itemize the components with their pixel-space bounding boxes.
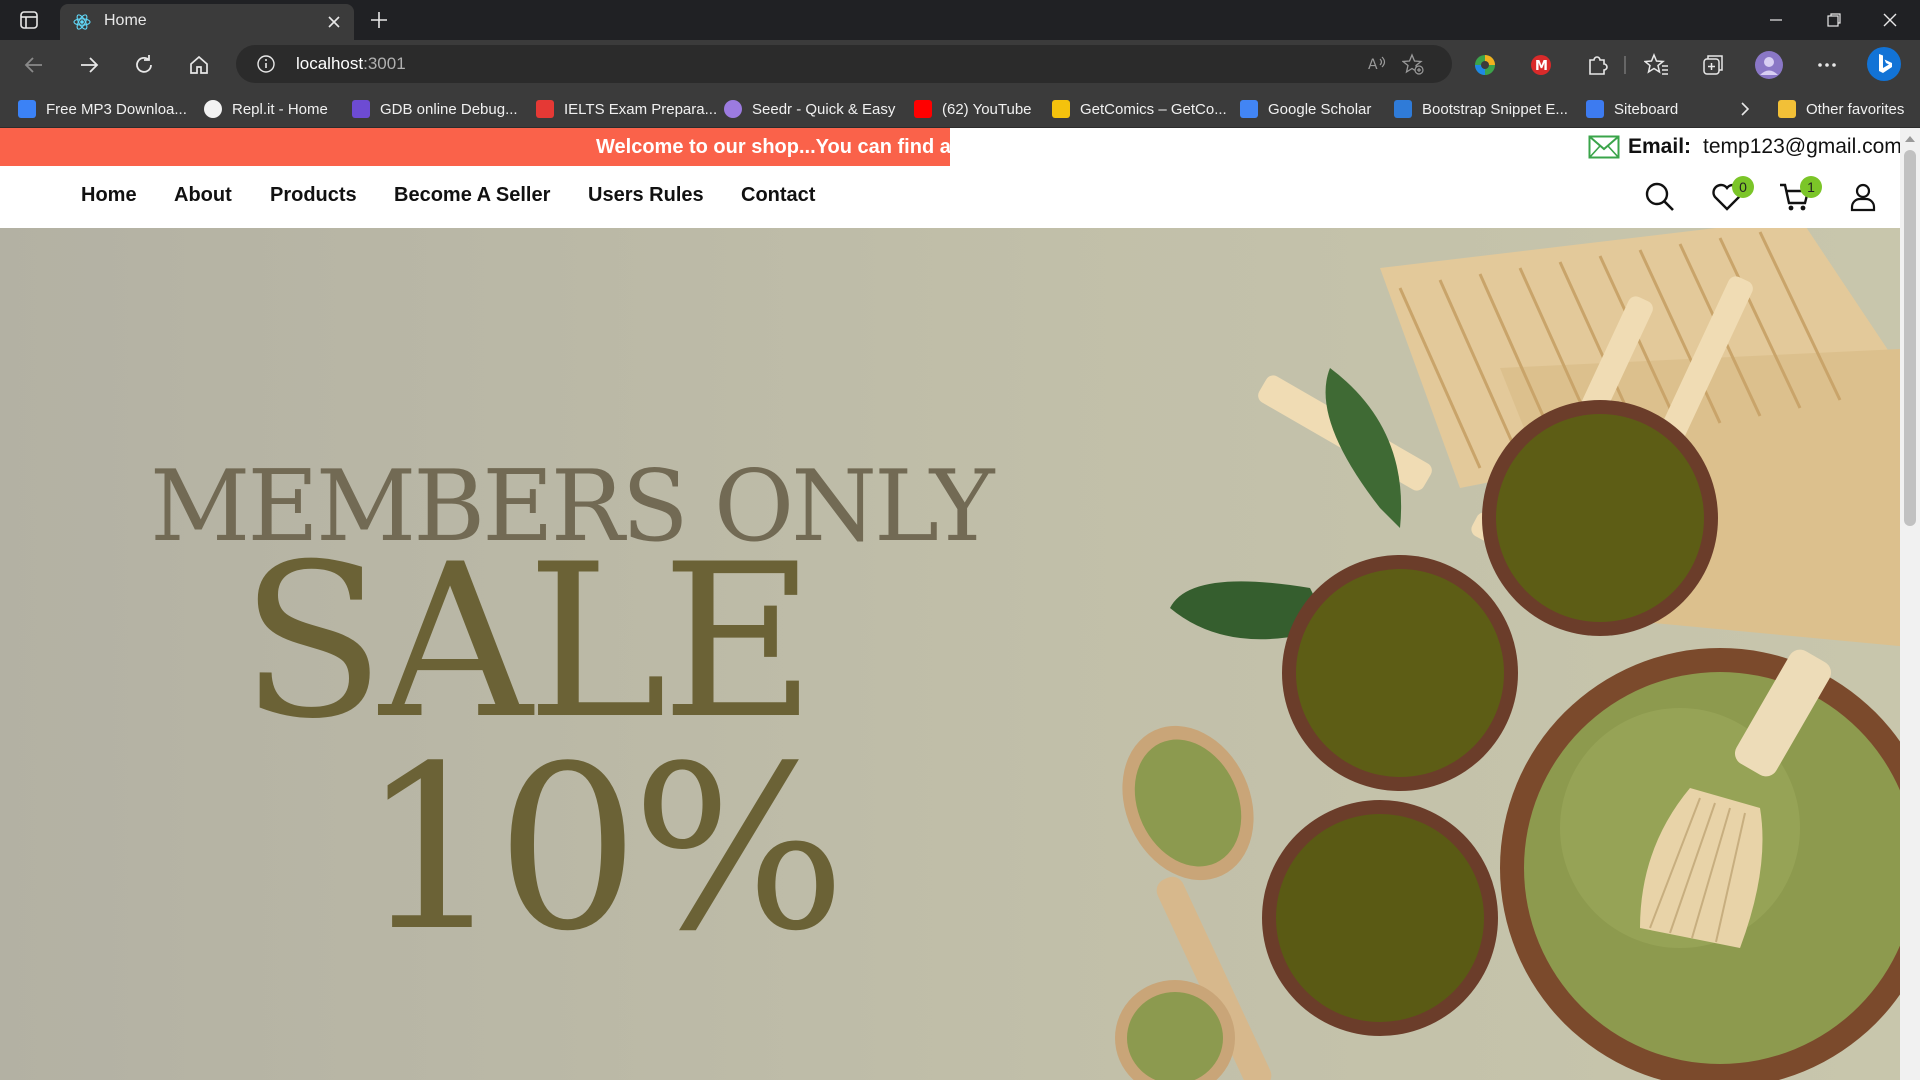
browser-tab-bar: Home: [0, 0, 1920, 40]
contact-email: Email: temp123@gmail.com: [1588, 132, 1902, 162]
read-aloud-icon[interactable]: A: [1366, 53, 1388, 75]
bookmark-label: GetComics – GetCo...: [1080, 100, 1227, 118]
other-favorites-label: Other favorites: [1806, 100, 1905, 118]
welcome-marquee: Welcome to our shop...You can find anyt: [0, 128, 950, 166]
bookmark-label: IELTS Exam Prepara...: [564, 100, 718, 118]
svg-text:M: M: [1535, 59, 1548, 74]
extensions-puzzle-icon[interactable]: [1584, 52, 1610, 78]
extension-colorful-icon[interactable]: [1472, 52, 1498, 78]
new-tab-icon[interactable]: [368, 9, 390, 31]
active-tab[interactable]: Home: [60, 4, 354, 40]
bookmark-label: Google Scholar: [1268, 100, 1372, 118]
favorites-icon[interactable]: [1644, 52, 1670, 78]
close-icon[interactable]: [326, 14, 342, 30]
page-viewport: Welcome to our shop...You can find anyt …: [0, 128, 1920, 1080]
react-favicon-icon: [72, 12, 92, 32]
nav-home[interactable]: Home: [81, 184, 137, 207]
bookmark-bootstrap-snippet[interactable]: Bootstrap Snippet E...: [1394, 98, 1568, 120]
bookmark-gdb[interactable]: GDB online Debug...: [352, 98, 518, 120]
site-info-icon[interactable]: [256, 54, 276, 74]
gdb-bolt-icon: [352, 100, 370, 118]
minimize-icon[interactable]: [1766, 10, 1786, 30]
bookmark-label: Seedr - Quick & Easy: [752, 100, 896, 118]
profile-avatar-icon[interactable]: [1754, 50, 1784, 80]
bookmarks-overflow-chevron-icon[interactable]: [1736, 98, 1754, 120]
more-options-icon[interactable]: [1814, 52, 1840, 78]
bookmark-label: Bootstrap Snippet E...: [1422, 100, 1568, 118]
bing-copilot-icon[interactable]: [1866, 46, 1902, 82]
bookmark-youtube[interactable]: (62) YouTube: [914, 98, 1032, 120]
tab-actions-icon[interactable]: [18, 9, 40, 31]
scroll-up-arrow-icon[interactable]: [1905, 136, 1915, 142]
nav-users-rules[interactable]: Users Rules: [588, 184, 704, 207]
mail-icon: [1588, 135, 1620, 159]
marquee-text: Welcome to our shop...You can find anyt: [596, 136, 950, 158]
bookmark-siteboard[interactable]: Siteboard: [1586, 98, 1678, 120]
hero-banner[interactable]: MEMBERS ONLY SALE 10%: [0, 228, 1900, 1080]
forward-icon[interactable]: [77, 53, 101, 77]
wooden-spoon-icon: [1115, 725, 1272, 1080]
reload-icon[interactable]: [132, 53, 156, 77]
email-label: Email:: [1628, 135, 1692, 158]
nav-products[interactable]: Products: [270, 184, 357, 207]
wishlist-count-badge: 0: [1732, 176, 1754, 198]
replit-icon: [204, 100, 222, 118]
toolbar-divider: [1624, 56, 1626, 74]
getcomics-icon: [1052, 100, 1070, 118]
bookmark-seedr[interactable]: Seedr - Quick & Easy: [724, 98, 895, 120]
bookmark-getcomics[interactable]: GetComics – GetCo...: [1052, 98, 1227, 120]
bookmark-label: Repl.it - Home: [232, 100, 328, 118]
address-bar[interactable]: localhost:3001 A: [236, 45, 1452, 83]
svg-text:A: A: [1368, 57, 1378, 73]
bookmarks-bar: Free MP3 Downloa... Repl.it - Home GDB o…: [0, 90, 1920, 128]
bookmark-label: Free MP3 Downloa...: [46, 100, 187, 118]
window-close-icon[interactable]: [1880, 10, 1900, 30]
bookmark-free-mp3[interactable]: Free MP3 Downloa...: [18, 98, 187, 120]
tab-title: Home: [104, 12, 147, 29]
hero-discount: 10%: [360, 718, 846, 981]
nav-become-a-seller[interactable]: Become A Seller: [394, 184, 550, 207]
matcha-tea-image: [1115, 228, 1900, 1080]
ielts-icon: [536, 100, 554, 118]
page-scrollbar[interactable]: [1900, 128, 1920, 1080]
nav-contact[interactable]: Contact: [741, 184, 815, 207]
scroll-thumb[interactable]: [1904, 150, 1916, 526]
other-favorites[interactable]: Other favorites: [1778, 98, 1904, 120]
bookmark-ielts[interactable]: IELTS Exam Prepara...: [536, 98, 717, 120]
bookmark-google-scholar[interactable]: Google Scholar: [1240, 98, 1371, 120]
siteboard-icon: [1586, 100, 1604, 118]
bookmark-label: GDB online Debug...: [380, 100, 518, 118]
bootstrap-icon: [1394, 100, 1412, 118]
bookmark-replit[interactable]: Repl.it - Home: [204, 98, 328, 120]
nav-about[interactable]: About: [174, 184, 232, 207]
back-icon[interactable]: [22, 53, 46, 77]
extension-m-icon[interactable]: M: [1528, 52, 1554, 78]
browser-toolbar: localhost:3001 A M: [0, 40, 1920, 90]
scholar-icon: [1240, 100, 1258, 118]
music-note-icon: [18, 100, 36, 118]
cart-icon[interactable]: 1: [1778, 176, 1822, 214]
restore-icon[interactable]: [1824, 10, 1844, 30]
search-icon[interactable]: [1643, 180, 1677, 214]
youtube-icon: [914, 100, 932, 118]
bookmark-label: (62) YouTube: [942, 100, 1032, 118]
add-favorite-icon[interactable]: [1402, 53, 1424, 75]
cart-count-badge: 1: [1800, 176, 1822, 198]
email-address[interactable]: temp123@gmail.com: [1703, 135, 1902, 159]
user-account-icon[interactable]: [1846, 180, 1880, 214]
folder-icon: [1778, 100, 1796, 118]
collections-icon[interactable]: [1700, 52, 1726, 78]
url-text: localhost:3001: [296, 54, 406, 73]
bookmark-label: Siteboard: [1614, 100, 1679, 118]
seedr-icon: [724, 100, 742, 118]
home-icon[interactable]: [187, 53, 211, 77]
wishlist-heart-icon[interactable]: 0: [1710, 176, 1754, 214]
site-navigation: Home About Products Become A Seller User…: [0, 166, 1900, 228]
